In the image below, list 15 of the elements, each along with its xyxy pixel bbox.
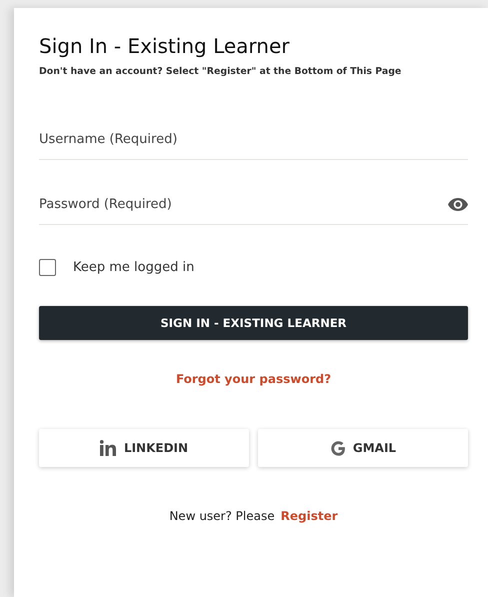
eye-icon[interactable] <box>448 198 468 210</box>
register-prompt: New user? Please <box>169 509 275 523</box>
password-field[interactable]: Password (Required) <box>39 196 448 212</box>
checkbox-label: Keep me logged in <box>73 260 194 275</box>
linkedin-button[interactable]: LINKEDIN <box>39 429 249 467</box>
linkedin-icon <box>100 440 118 456</box>
register-link[interactable]: Register <box>280 509 338 523</box>
checkbox[interactable] <box>39 259 56 276</box>
account-hint: Don't have an account? Select "Register" at the Bottom of This Page <box>39 66 402 77</box>
google-icon <box>330 440 347 456</box>
username-field[interactable]: Username (Required) <box>39 132 468 146</box>
gmail-button[interactable]: GMAIL <box>258 429 468 467</box>
sign-in-button[interactable]: SIGN IN - EXISTING LEARNER <box>39 306 468 340</box>
page-title: Sign In - Existing Learner <box>39 34 290 58</box>
forgot-password-link[interactable]: Forgot your password? <box>176 372 332 386</box>
